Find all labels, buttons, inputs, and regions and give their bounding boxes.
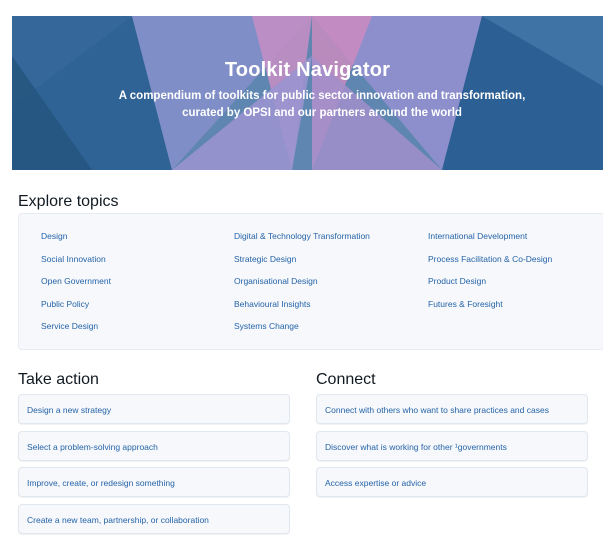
topic-link-product-design[interactable]: Product Design [428, 270, 552, 293]
topic-link-social-innovation[interactable]: Social Innovation [41, 248, 111, 271]
explore-topics-heading: Explore topics [18, 193, 119, 210]
hero-title: Toolkit Navigator [224, 59, 391, 81]
hero-banner: Toolkit Navigator A compendium of toolki… [12, 16, 603, 170]
hero-subtitle-line-1: A compendium of toolkits for public sect… [118, 90, 526, 102]
topics-column-3: International Development Process Facili… [428, 225, 552, 315]
connect-card-discover-what-works[interactable]: Discover what is working for other ¹gove… [316, 431, 588, 461]
topic-link-design[interactable]: Design [41, 225, 111, 248]
connect-card-share-practices[interactable]: Connect with others who want to share pr… [316, 394, 588, 424]
topics-column-1: Design Social Innovation Open Government… [41, 225, 111, 338]
action-card-problem-solving[interactable]: Select a problem-solving approach [18, 431, 290, 461]
topics-column-2: Digital & Technology Transformation Stra… [234, 225, 370, 338]
topic-link-service-design[interactable]: Service Design [41, 315, 111, 338]
hero-subtitle: A compendium of toolkits for public sect… [112, 88, 532, 122]
topic-link-futures-foresight[interactable]: Futures & Foresight [428, 293, 552, 316]
topic-link-systems-change[interactable]: Systems Change [234, 315, 370, 338]
take-action-heading: Take action [18, 371, 99, 388]
connect-heading: Connect [316, 371, 376, 388]
topic-link-strategic-design[interactable]: Strategic Design [234, 248, 370, 271]
topic-link-open-government[interactable]: Open Government [41, 270, 111, 293]
action-card-improve-create-redesign[interactable]: Improve, create, or redesign something [18, 467, 290, 497]
hero-subtitle-line-2: curated by OPSI and our partners around … [182, 107, 462, 119]
topic-link-international-development[interactable]: International Development [428, 225, 552, 248]
action-card-new-team-partnership[interactable]: Create a new team, partnership, or colla… [18, 504, 290, 534]
topic-link-process-facilitation-co-design[interactable]: Process Facilitation & Co-Design [428, 248, 552, 271]
connect-card-access-expertise[interactable]: Access expertise or advice [316, 467, 588, 497]
action-card-design-strategy[interactable]: Design a new strategy [18, 394, 290, 424]
topic-link-organisational-design[interactable]: Organisational Design [234, 270, 370, 293]
topics-panel: Design Social Innovation Open Government… [18, 213, 603, 350]
topic-link-behavioural-insights[interactable]: Behavioural Insights [234, 293, 370, 316]
topic-link-public-policy[interactable]: Public Policy [41, 293, 111, 316]
topic-link-digital-technology-transformation[interactable]: Digital & Technology Transformation [234, 225, 370, 248]
